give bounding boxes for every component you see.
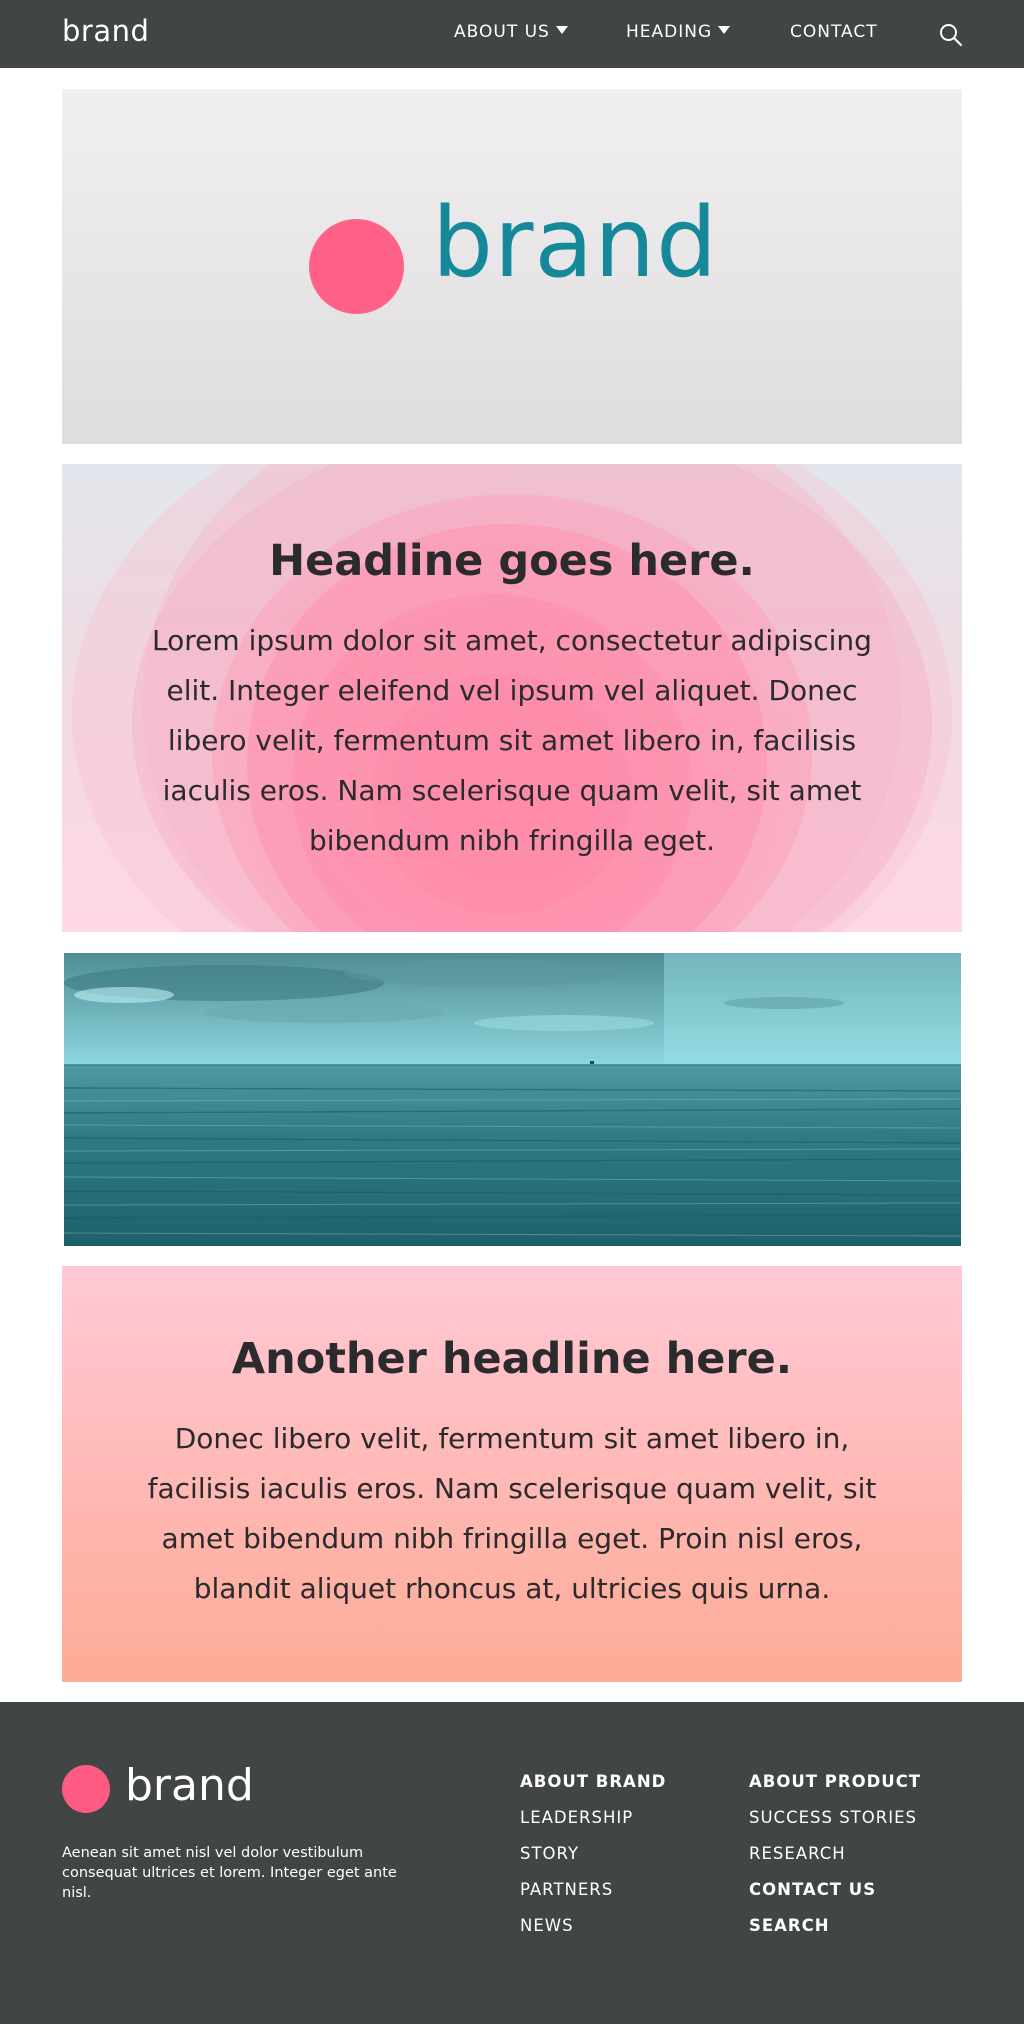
footer-link-news[interactable]: NEWS xyxy=(520,1914,666,1950)
hero-brand-banner: brand xyxy=(62,89,962,444)
ocean-image-graphic xyxy=(64,953,961,1246)
chevron-down-icon xyxy=(555,26,568,34)
nav-item-about-us[interactable]: ABOUT US xyxy=(454,22,568,42)
nav-item-contact-label: CONTACT xyxy=(790,22,878,42)
footer-link-partners[interactable]: PARTNERS xyxy=(520,1878,666,1914)
ocean-photo xyxy=(64,953,961,1246)
headline-card: Headline goes here. Lorem ipsum dolor si… xyxy=(62,464,962,932)
footer-link-search[interactable]: SEARCH xyxy=(749,1914,921,1950)
footer-link-success-stories[interactable]: SUCCESS STORIES xyxy=(749,1806,921,1842)
nav-brand-logo[interactable]: brand xyxy=(62,14,149,48)
chevron-down-icon xyxy=(718,26,731,34)
card2-body-text: Donec libero velit, fermentum sit amet l… xyxy=(147,1422,877,1605)
hero-brand-wordmark: brand xyxy=(432,187,719,299)
footer-description: Aenean sit amet nisl vel dolor vestibulu… xyxy=(62,1845,397,1901)
brand-logo-dot xyxy=(309,219,404,314)
card2-headline: Another headline here. xyxy=(231,1334,793,1384)
secondary-headline-card: Another headline here. Donec libero veli… xyxy=(62,1266,962,1682)
footer-brand-wordmark[interactable]: brand xyxy=(125,1764,254,1808)
card1-body-text: Lorem ipsum dolor sit amet, consectetur … xyxy=(152,624,872,857)
nav-item-heading-label: HEADING xyxy=(626,22,713,42)
search-button[interactable] xyxy=(938,22,964,48)
footer-link-about-product[interactable]: ABOUT PRODUCT xyxy=(749,1770,921,1806)
nav-item-about-us-label: ABOUT US xyxy=(454,22,550,42)
footer-link-leadership[interactable]: LEADERSHIP xyxy=(520,1806,666,1842)
footer-links-column-1: ABOUT BRAND LEADERSHIP STORY PARTNERS NE… xyxy=(520,1770,666,1950)
top-navigation-bar: brand ABOUT US HEADING CONTACT xyxy=(0,0,1024,68)
footer-link-about-brand[interactable]: ABOUT BRAND xyxy=(520,1770,666,1806)
nav-item-heading[interactable]: HEADING xyxy=(626,22,731,42)
footer-link-research[interactable]: RESEARCH xyxy=(749,1842,921,1878)
card1-headline: Headline goes here. xyxy=(269,536,755,586)
nav-item-contact[interactable]: CONTACT xyxy=(790,22,878,42)
footer-link-contact-us[interactable]: CONTACT US xyxy=(749,1878,921,1914)
search-icon xyxy=(940,24,963,47)
footer-brand-logo-dot xyxy=(62,1765,110,1813)
footer: brand Aenean sit amet nisl vel dolor ves… xyxy=(0,1702,1024,2024)
footer-links-column-2: ABOUT PRODUCT SUCCESS STORIES RESEARCH C… xyxy=(749,1770,921,1950)
footer-link-story[interactable]: STORY xyxy=(520,1842,666,1878)
